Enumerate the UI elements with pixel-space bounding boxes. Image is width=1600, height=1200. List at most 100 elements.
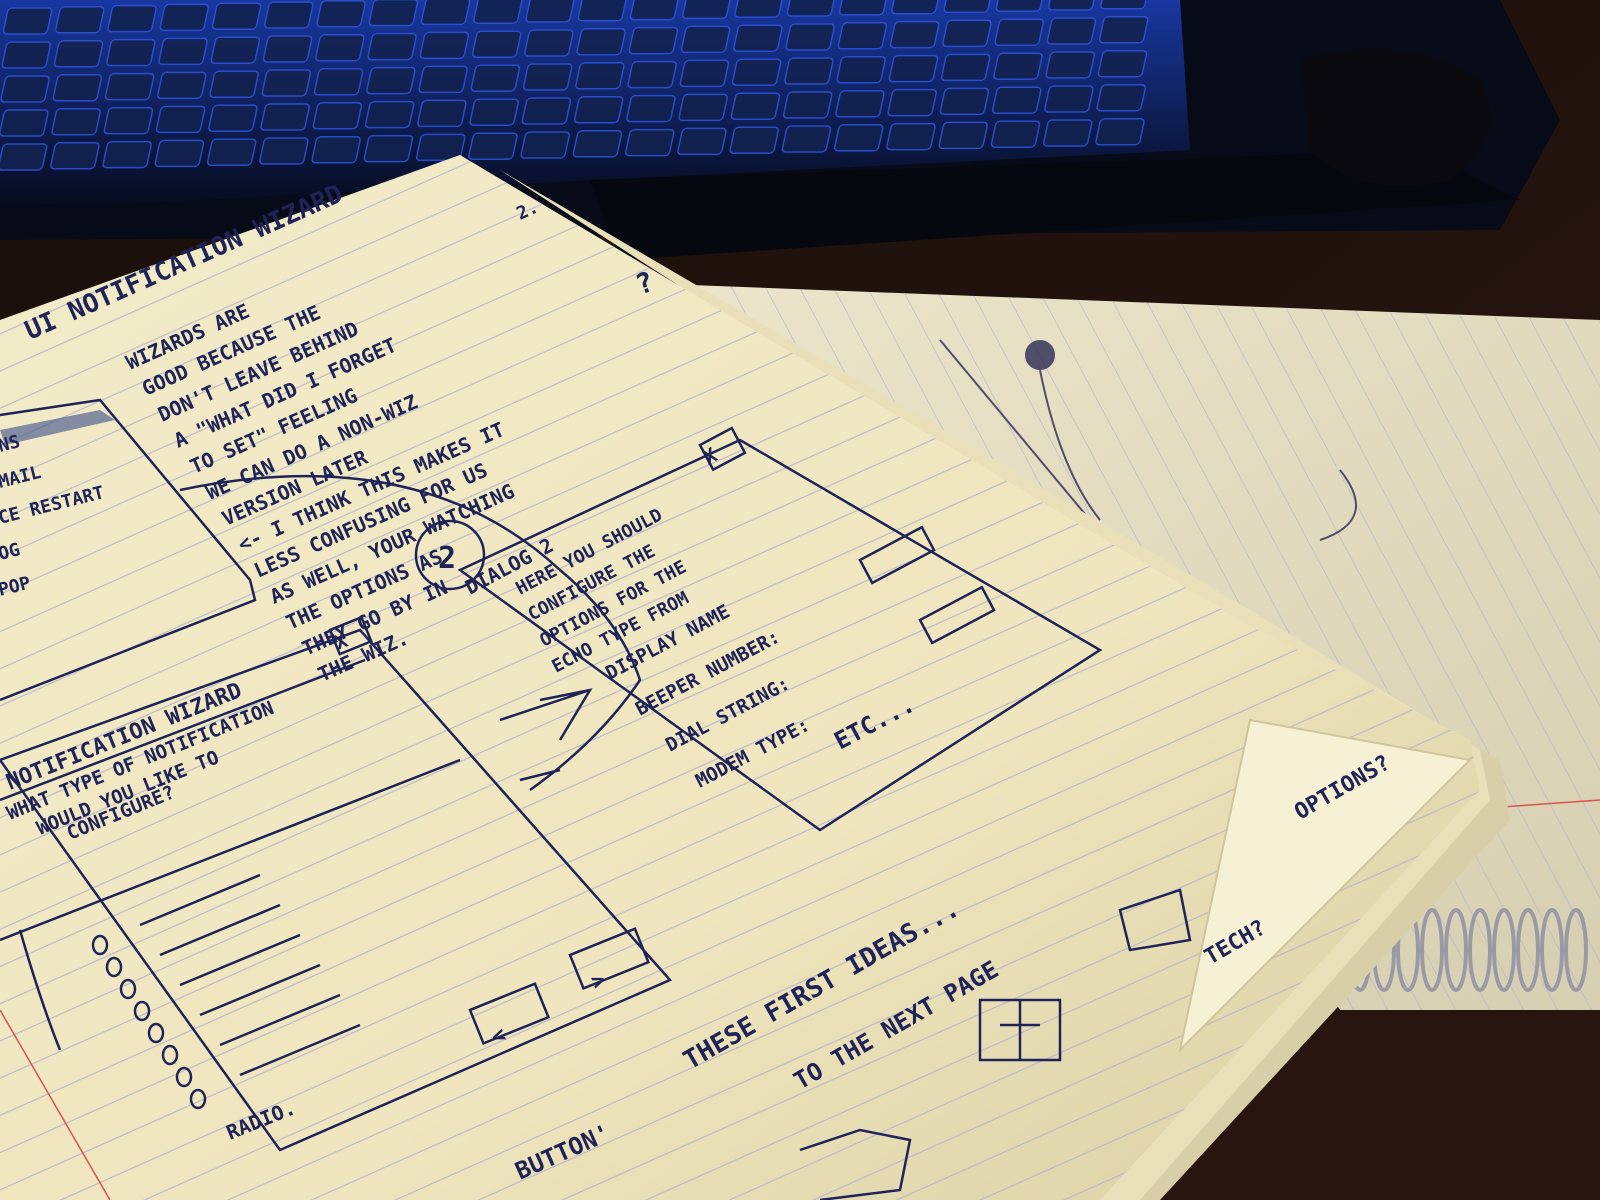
keyboard-key [1045,51,1095,79]
keyboard-key [157,71,207,100]
keyboard-key [734,0,784,18]
keyboard-key [887,88,937,117]
keyboard-key [52,74,103,102]
keyboard-key [626,94,676,123]
keyboard-key [520,131,570,159]
step-marker: 2 [438,541,456,576]
keyboard-key [469,98,519,126]
notebook-photo: UI NOTIFICATION WIZARD 2. WIZARDS ARE GOO… [0,0,1600,1200]
keyboard-key [682,0,732,20]
keyboard-key [733,24,783,52]
keyboard-key [0,75,50,103]
keyboard-key [468,132,518,160]
keyboard-key [0,109,49,137]
keyboard-key [837,22,888,50]
keyboard-key [103,106,154,135]
keyboard-key [316,0,366,28]
keyboard-key [364,100,415,129]
keyboard-key [991,86,1042,114]
keyboard-key [1096,84,1146,112]
keyboard-key [835,90,885,118]
keyboard-key [940,53,991,82]
keyboard-key [55,6,105,34]
keyboard-key [154,139,205,168]
keyboard-key [785,23,835,51]
keyboard-key [208,104,258,132]
keyboard-key [107,4,157,33]
keyboard-key [1098,16,1149,44]
keyboard-key [730,92,781,120]
keyboard-key [524,29,574,57]
keyboard-key [1044,85,1094,113]
keyboard-key [627,60,677,89]
keyboard-key [209,70,259,98]
keyboard-key [938,121,988,150]
keyboard-key [1095,118,1145,146]
keyboard-key [943,0,993,14]
keyboard-key [1100,0,1150,10]
keyboard-key [313,68,364,96]
keyboard-key [211,2,262,30]
keyboard-key [367,32,417,61]
keyboard-key [677,127,727,156]
keyboard-key [575,62,625,90]
keyboard-key [942,19,992,48]
keyboard-key [836,56,886,84]
keyboard-key [264,1,314,29]
keyboard-key [886,122,936,151]
keyboard-key [470,64,521,92]
keyboard-key [418,65,468,94]
keyboard-key [312,102,363,130]
keyboard-key [679,59,730,88]
keyboard-key [417,99,467,128]
keyboard-key [521,97,572,125]
keyboard-key [311,136,361,164]
keyboard-key [260,103,310,131]
keyboard-key [261,69,312,97]
keyboard-key [577,0,628,22]
keyboard-key [210,36,261,64]
keyboard-key [784,57,834,85]
keyboard-key [629,0,680,21]
keyboard-key [420,0,471,26]
keyboard-key [102,140,152,169]
keyboard-key [259,137,309,165]
keyboard-key [262,35,313,63]
keyboard-key [522,63,573,91]
keyboard-key [624,128,675,157]
keyboard-key [572,130,623,158]
keyboard-key [1,41,52,69]
keyboard-key [782,91,833,119]
keyboard-key [889,20,940,49]
photo-canvas: UI NOTIFICATION WIZARD 2. WIZARDS AREGOO… [0,0,1600,1200]
keyboard-key [781,125,832,153]
keyboard-key [833,124,884,152]
keyboard-key [678,93,728,122]
keyboard-key [0,143,48,171]
keyboard-key [990,120,1041,148]
keyboard-key [315,34,365,62]
keyboard-key [995,0,1046,12]
keyboard-key [363,134,414,163]
keyboard-key [731,58,782,86]
keyboard-key [680,25,731,54]
keyboard-key [104,72,155,101]
keyboard-key [419,31,470,60]
keyboard-key [1097,50,1148,78]
keyboard-key [786,0,837,17]
keyboard-key [1047,0,1098,11]
keyboard-key [50,142,100,170]
keyboard-key [888,54,939,83]
keyboard-key [729,126,779,154]
keyboard-key [471,30,522,58]
keyboard-key [51,108,101,136]
keyboard-key [2,7,53,35]
keyboard-key [628,26,679,55]
keyboard-key [53,40,104,68]
keyboard-key [473,0,523,24]
keyboard-key [155,105,206,134]
keyboard-key [525,0,575,23]
keyboard-key [939,87,990,116]
keyboard-key [206,138,257,166]
keyboard-key [993,52,1043,80]
